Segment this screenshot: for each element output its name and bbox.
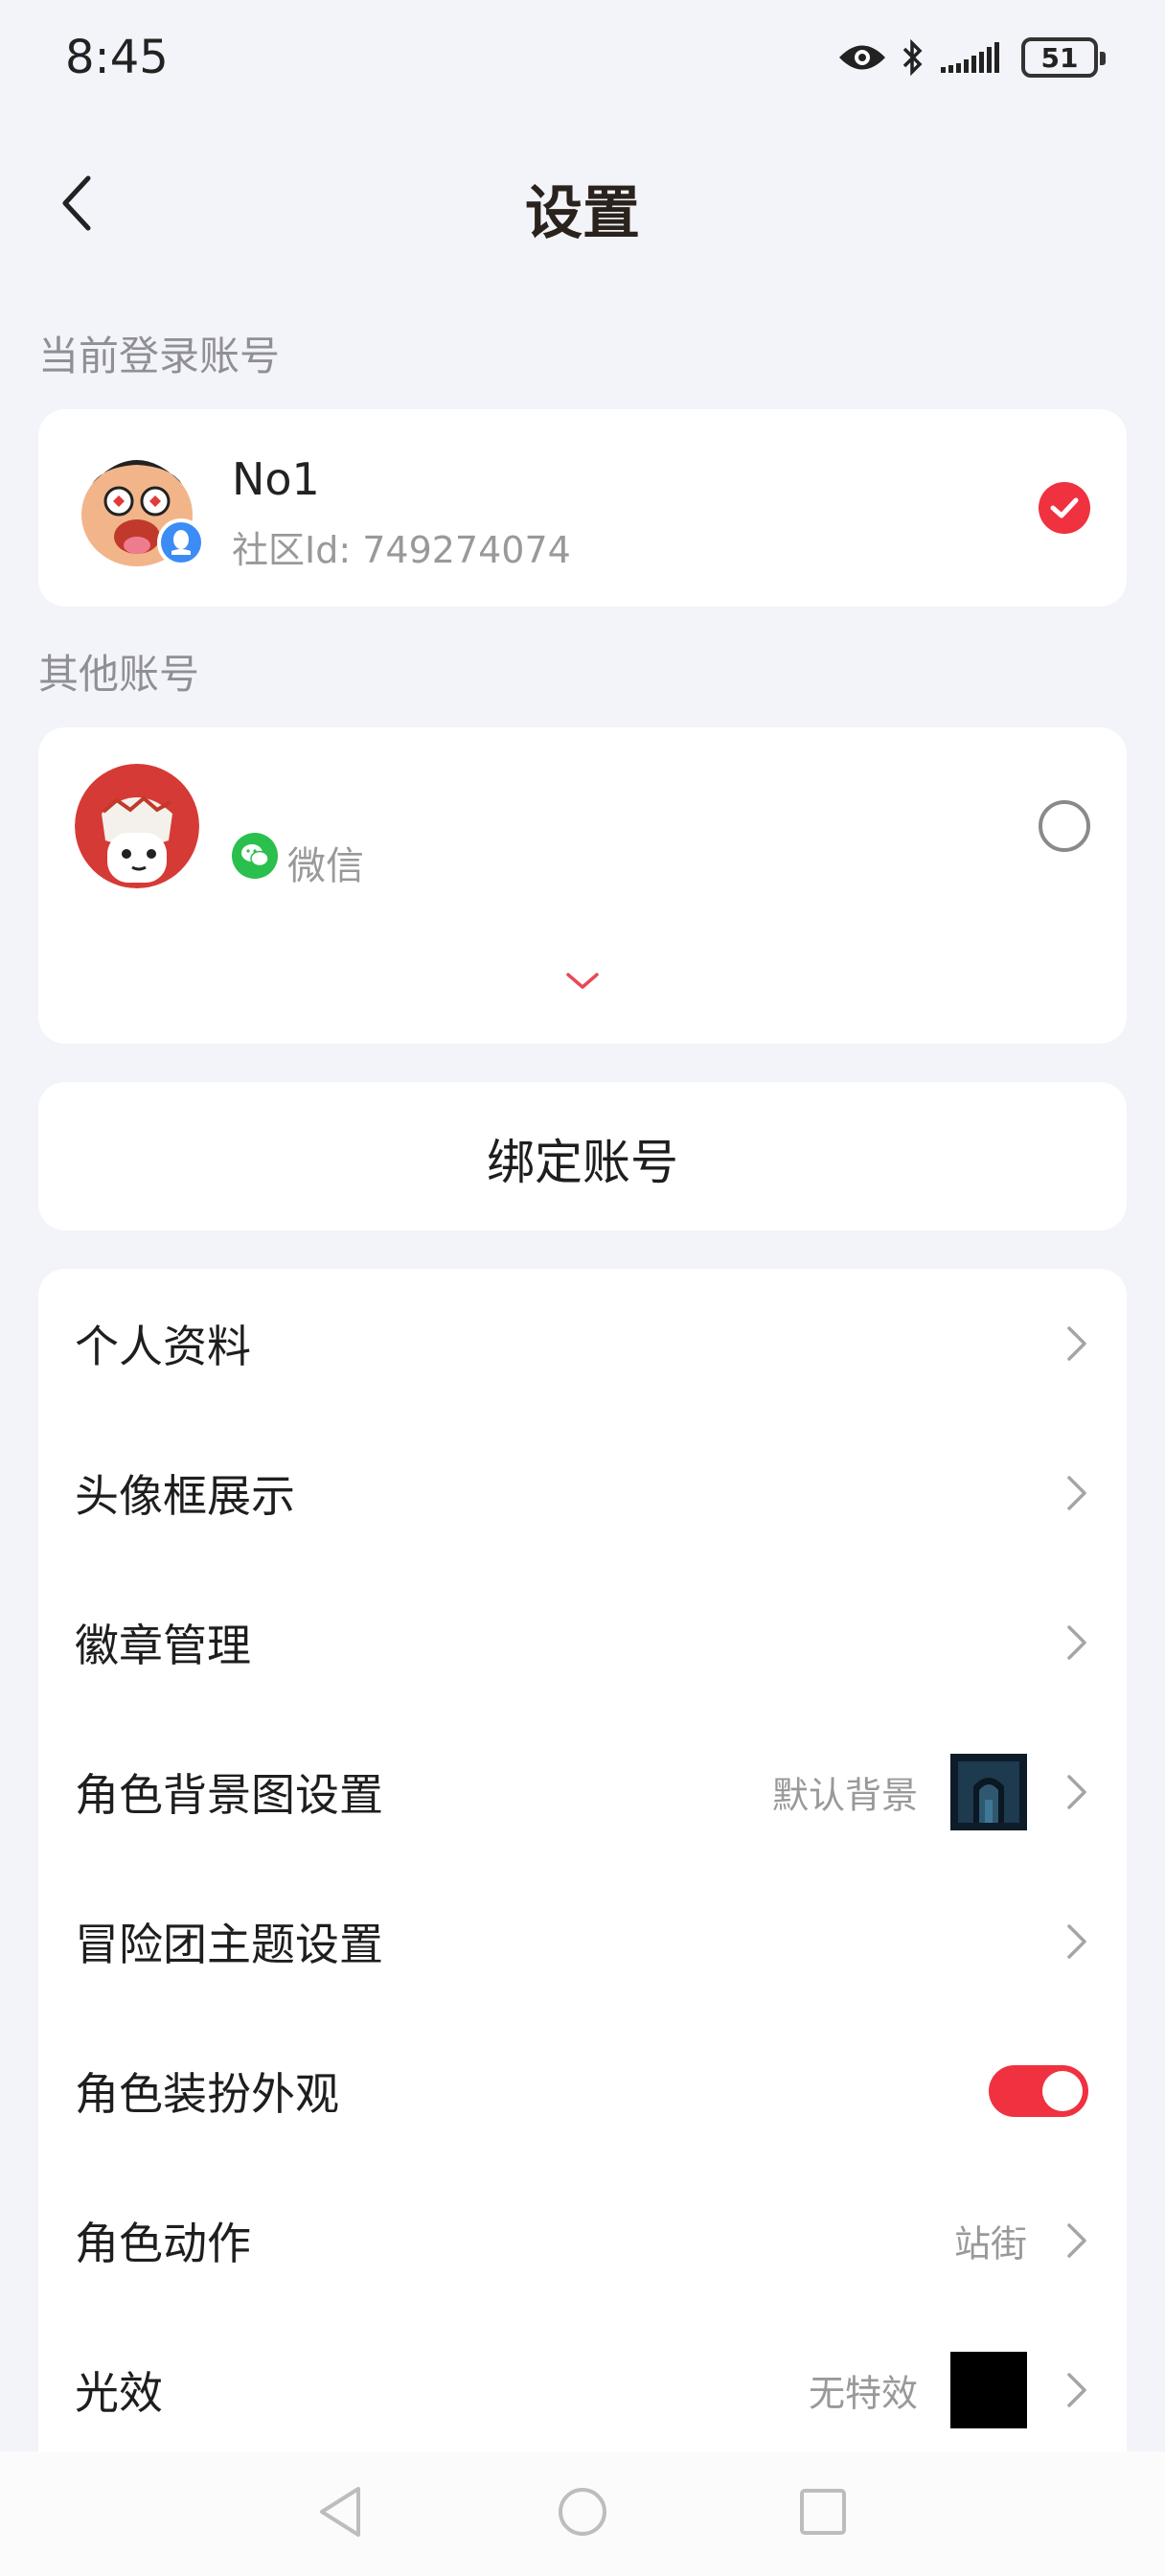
other-accounts-label: 其他账号	[38, 651, 200, 698]
chevron-right-icon	[1067, 1326, 1086, 1361]
appearance-toggle[interactable]	[989, 2065, 1088, 2117]
nav-back-icon	[320, 2487, 360, 2537]
menu-item-profile[interactable]: 个人资料	[38, 1269, 1127, 1418]
chevron-right-icon	[1067, 1476, 1086, 1510]
status-time: 8:45	[65, 31, 169, 84]
battery-level: 51	[1040, 41, 1079, 74]
menu-item-light-effect[interactable]: 光效 无特效	[38, 2315, 1127, 2465]
chevron-right-icon	[1067, 1924, 1086, 1959]
list-item[interactable]: 微信	[38, 727, 1127, 919]
qq-icon	[157, 518, 205, 566]
current-account-label: 当前登录账号	[38, 333, 281, 380]
other-accounts-card: 微信	[38, 727, 1127, 1044]
selected-check-icon[interactable]	[1039, 482, 1090, 534]
account-id: 社区Id: 749274074	[232, 529, 571, 571]
nav-recents-button[interactable]	[789, 2478, 857, 2545]
page-title: 设置	[525, 180, 640, 247]
nav-back-button[interactable]	[307, 2478, 374, 2545]
menu-item-role-appearance: 角色装扮外观	[38, 2016, 1127, 2166]
bind-account-button[interactable]: 绑定账号	[38, 1082, 1127, 1230]
menu-item-role-background[interactable]: 角色背景图设置 默认背景	[38, 1717, 1127, 1867]
bluetooth-icon	[901, 38, 925, 77]
settings-menu: 个人资料 头像框展示 徽章管理 角色背景图设置 默认背景 冒险团主题设置 角色装…	[38, 1269, 1127, 2515]
current-account-card[interactable]: No1 社区Id: 749274074	[38, 409, 1127, 607]
menu-item-label: 角色装扮外观	[75, 2068, 339, 2120]
menu-item-label: 个人资料	[75, 1321, 251, 1372]
battery-icon: 51	[1021, 37, 1106, 78]
expand-button[interactable]	[554, 957, 611, 1005]
signal-icon	[939, 40, 1008, 75]
eye-icon	[837, 41, 887, 74]
chevron-right-icon	[1067, 1625, 1086, 1660]
menu-item-value: 站街	[953, 2222, 1027, 2266]
nav-home-icon	[559, 2488, 606, 2536]
menu-item-label: 头像框展示	[75, 1470, 295, 1522]
header: 设置	[0, 144, 1165, 268]
menu-item-label: 角色背景图设置	[75, 1769, 383, 1821]
avatar-image	[75, 764, 199, 888]
bind-account-label: 绑定账号	[487, 1135, 678, 1190]
chevron-right-icon	[1067, 2373, 1086, 2407]
nav-home-button[interactable]	[549, 2478, 616, 2545]
menu-item-role-action[interactable]: 角色动作 站街	[38, 2166, 1127, 2315]
account-name: No1	[232, 453, 320, 505]
radio-unselected[interactable]	[1039, 800, 1090, 852]
system-nav-bar	[0, 2451, 1165, 2576]
menu-item-value: 无特效	[808, 2372, 918, 2415]
chevron-right-icon	[1067, 1775, 1086, 1809]
menu-item-label: 角色动作	[75, 2218, 251, 2269]
status-icons: 51	[837, 34, 1106, 80]
platform-label: 微信	[287, 844, 364, 888]
menu-item-label: 光效	[75, 2367, 163, 2419]
status-bar: 8:45 51	[0, 0, 1165, 125]
background-thumbnail	[950, 1754, 1027, 1830]
menu-item-badges[interactable]: 徽章管理	[38, 1568, 1127, 1717]
menu-item-guild-theme[interactable]: 冒险团主题设置	[38, 1867, 1127, 2016]
chevron-right-icon	[1067, 2223, 1086, 2258]
menu-item-value: 默认背景	[771, 1774, 918, 1817]
chevron-down-icon	[566, 973, 599, 989]
wechat-icon	[232, 833, 278, 879]
menu-item-avatar-frame[interactable]: 头像框展示	[38, 1418, 1127, 1568]
menu-item-label: 徽章管理	[75, 1620, 251, 1671]
effect-thumbnail	[950, 2352, 1027, 2428]
toggle-knob	[1042, 2071, 1083, 2111]
avatar	[75, 764, 199, 888]
nav-recents-icon	[800, 2489, 846, 2535]
menu-item-label: 冒险团主题设置	[75, 1919, 383, 1970]
